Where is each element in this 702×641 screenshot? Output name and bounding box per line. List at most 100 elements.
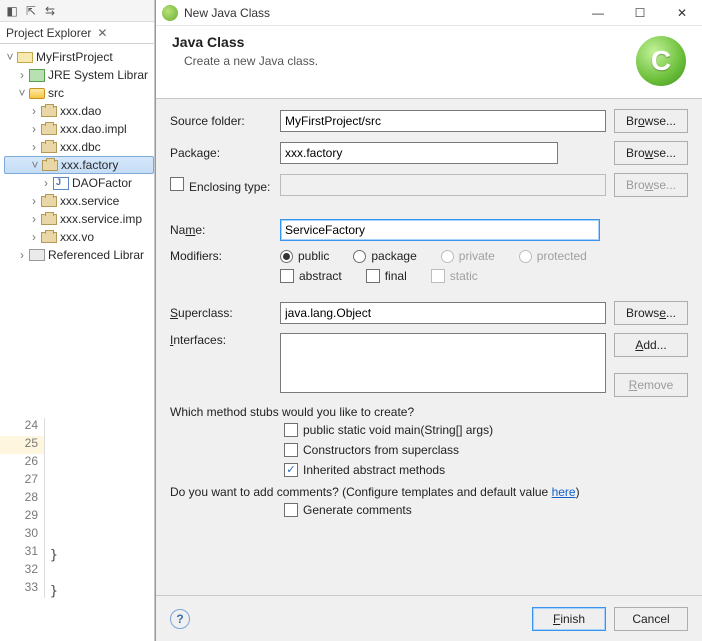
chevron-down-icon[interactable]: ˅ [16, 86, 28, 100]
banner-title: Java Class [172, 34, 636, 50]
src-node[interactable]: ˅ src [4, 84, 154, 102]
banner-subtitle: Create a new Java class. [172, 54, 636, 68]
focus-icon[interactable]: ◧ [4, 3, 20, 19]
dialog-app-icon [162, 5, 178, 21]
line-number: 26 [0, 454, 45, 472]
library-icon [29, 69, 45, 82]
maximize-icon[interactable]: ☐ [626, 3, 654, 23]
configure-templates-link[interactable]: here [552, 485, 576, 499]
dialog-title: New Java Class [184, 6, 584, 20]
dialog-titlebar[interactable]: New Java Class — ☐ ✕ [156, 0, 702, 26]
add-interface-button[interactable]: Add... [614, 333, 688, 357]
package-icon [41, 214, 57, 225]
finish-button[interactable]: Finish [532, 607, 606, 631]
package-node[interactable]: › xxx.service.imp [4, 210, 154, 228]
package-input[interactable] [280, 142, 558, 164]
chevron-right-icon[interactable]: › [28, 122, 40, 136]
project-icon [17, 52, 33, 63]
generate-comments-check[interactable]: Generate comments [284, 503, 688, 517]
browse-package-button[interactable]: Browse... [614, 141, 688, 165]
close-icon[interactable]: ✕ [97, 26, 107, 40]
line-number: 28 [0, 490, 45, 508]
package-node[interactable]: › xxx.vo [4, 228, 154, 246]
stub-inherited-check[interactable]: Inherited abstract methods [284, 463, 688, 477]
enclosing-type-checkbox[interactable] [170, 177, 184, 191]
enclosing-type-input [280, 174, 606, 196]
chevron-right-icon[interactable]: › [28, 104, 40, 118]
name-input[interactable] [280, 219, 600, 241]
line-number: 32 [0, 562, 45, 580]
project-explorer-tab[interactable]: Project Explorer ✕ [0, 22, 154, 44]
jre-node[interactable]: › JRE System Librar [4, 66, 154, 84]
project-node[interactable]: ˅ MyFirstProject [4, 48, 154, 66]
package-icon [41, 196, 57, 207]
new-java-class-dialog: New Java Class — ☐ ✕ Java Class Create a… [155, 0, 702, 641]
comments-question: Do you want to add comments? (Configure … [170, 485, 688, 499]
enclosing-type-option[interactable]: Enclosing type: [170, 177, 280, 194]
chevron-right-icon[interactable]: › [28, 230, 40, 244]
modifier-package-radio[interactable]: package [353, 249, 416, 263]
browse-superclass-button[interactable]: Browse... [614, 301, 688, 325]
stub-constructors-check[interactable]: Constructors from superclass [284, 443, 688, 457]
package-node[interactable]: › xxx.dao [4, 102, 154, 120]
chevron-right-icon[interactable]: › [28, 212, 40, 226]
jre-label: JRE System Librar [48, 68, 148, 82]
java-file-node[interactable]: › DAOFactor [4, 174, 154, 192]
java-file-icon [53, 177, 69, 190]
project-explorer-label: Project Explorer [6, 26, 91, 40]
line-number: 24 [0, 418, 45, 436]
collapse-icon[interactable]: ⇱ [23, 3, 39, 19]
project-label: MyFirstProject [36, 50, 113, 64]
chevron-right-icon[interactable]: › [16, 248, 28, 262]
package-node-selected[interactable]: ˅ xxx.factory [4, 156, 154, 174]
package-icon [41, 232, 57, 243]
source-folder-icon [29, 88, 45, 99]
cancel-button[interactable]: Cancel [614, 607, 688, 631]
java-class-icon: C [636, 36, 686, 86]
interfaces-list[interactable] [280, 333, 606, 393]
modifier-abstract-check[interactable]: abstract [280, 269, 342, 283]
dialog-form: Source folder: Browse... Package: Browse… [156, 99, 702, 595]
modifier-protected-radio: protected [519, 249, 587, 263]
close-icon[interactable]: ✕ [668, 3, 696, 23]
line-number: 25 [0, 436, 45, 454]
browse-enclosing-button: Browse... [614, 173, 688, 197]
project-tree: ˅ MyFirstProject › JRE System Librar ˅ s… [0, 44, 154, 264]
package-label: Package: [170, 146, 280, 160]
modifier-final-check[interactable]: final [366, 269, 407, 283]
chevron-right-icon[interactable]: › [40, 176, 52, 190]
referenced-libraries-icon [29, 249, 45, 261]
chevron-right-icon[interactable]: › [28, 140, 40, 154]
modifier-public-radio[interactable]: public [280, 249, 329, 263]
help-icon[interactable]: ? [170, 609, 190, 629]
line-number: 30 [0, 526, 45, 544]
editor-gutter: 24252627282930313233 [0, 418, 45, 598]
stub-main-check[interactable]: public static void main(String[] args) [284, 423, 688, 437]
package-icon [42, 160, 58, 171]
dialog-banner: Java Class Create a new Java class. C [156, 26, 702, 99]
superclass-input[interactable] [280, 302, 606, 324]
referenced-libraries-node[interactable]: › Referenced Librar [4, 246, 154, 264]
source-folder-label: Source folder: [170, 114, 280, 128]
chevron-down-icon[interactable]: ˅ [29, 158, 41, 172]
chevron-right-icon[interactable]: › [16, 68, 28, 82]
method-stubs-question: Which method stubs would you like to cre… [170, 405, 688, 419]
package-node[interactable]: › xxx.service [4, 192, 154, 210]
line-number: 33 [0, 580, 45, 598]
explorer-toolbar: ◧ ⇱ ⇆ [0, 0, 154, 22]
editor-content-fragment: } } [50, 548, 58, 602]
browse-source-button[interactable]: Browse... [614, 109, 688, 133]
package-icon [41, 124, 57, 135]
modifiers-label: Modifiers: [170, 249, 280, 263]
chevron-right-icon[interactable]: › [28, 194, 40, 208]
link-icon[interactable]: ⇆ [42, 3, 58, 19]
line-number: 31 [0, 544, 45, 562]
minimize-icon[interactable]: — [584, 3, 612, 23]
chevron-down-icon[interactable]: ˅ [4, 50, 16, 64]
source-folder-input[interactable] [280, 110, 606, 132]
package-node[interactable]: › xxx.dao.impl [4, 120, 154, 138]
src-label: src [48, 86, 64, 100]
interfaces-label: Interfaces: [170, 333, 280, 347]
superclass-label: Superclass: [170, 306, 280, 320]
package-node[interactable]: › xxx.dbc [4, 138, 154, 156]
